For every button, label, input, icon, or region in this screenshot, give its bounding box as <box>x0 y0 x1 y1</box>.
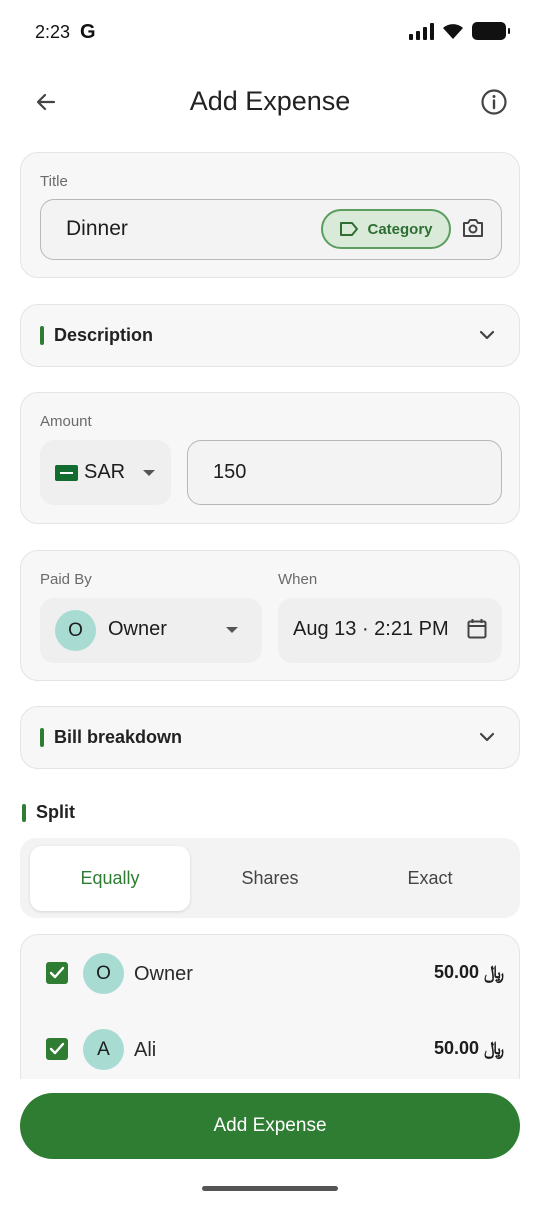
google-icon: G <box>80 21 96 43</box>
split-title: Split <box>36 802 75 822</box>
currency-select[interactable]: SAR <box>40 440 171 505</box>
member-amount: 50.00 ﷼ <box>434 962 504 982</box>
chevron-down-icon <box>479 732 495 742</box>
category-chip[interactable]: Category <box>321 209 451 249</box>
chevron-down-icon <box>479 330 495 340</box>
member-checkbox[interactable] <box>46 962 68 984</box>
member-name: Ali <box>134 1039 157 1061</box>
camera-button[interactable] <box>461 217 485 244</box>
add-expense-button[interactable]: Add Expense <box>20 1093 520 1159</box>
title-value: Dinner <box>66 217 128 240</box>
tab-exact[interactable]: Exact <box>350 846 510 911</box>
list-item: A Ali 50.00 ﷼ <box>21 1011 519 1071</box>
signal-icon <box>409 22 434 40</box>
status-bar: 2:23 G <box>0 0 540 66</box>
home-indicator <box>202 1186 338 1191</box>
status-icons <box>409 22 510 40</box>
member-name: Owner <box>134 963 193 985</box>
category-label: Category <box>367 220 433 238</box>
paid-by-label: Paid By <box>40 571 92 588</box>
avatar: O <box>55 610 96 651</box>
amount-card: Amount SAR 150 <box>20 392 520 524</box>
amount-input[interactable]: 150 <box>187 440 502 505</box>
description-section[interactable]: Description <box>20 304 520 367</box>
title-card: Title Dinner Category <box>20 152 520 278</box>
camera-icon <box>463 219 483 237</box>
check-icon <box>49 966 65 979</box>
amount-label: Amount <box>40 413 92 430</box>
list-item: O Owner 50.00 ﷼ <box>21 935 519 995</box>
currency-code: SAR <box>84 461 126 483</box>
title-input[interactable]: Dinner Category <box>40 199 502 260</box>
caret-down-icon <box>143 469 156 476</box>
info-icon <box>481 89 507 115</box>
tab-equally[interactable]: Equally <box>30 846 190 911</box>
payer-select[interactable]: O Owner <box>40 598 262 663</box>
description-label: Description <box>54 325 154 345</box>
avatar: A <box>83 1029 124 1070</box>
accent-bar <box>40 326 44 345</box>
split-mode-tabs: Equally Shares Exact <box>20 838 520 918</box>
paid-card: Paid By When O Owner Aug 13 · 2:21 PM <box>20 550 520 681</box>
accent-bar <box>22 804 26 822</box>
caret-down-icon <box>226 627 238 633</box>
app-bar: Add Expense <box>0 72 540 132</box>
status-time: 2:23 <box>35 22 71 42</box>
check-icon <box>49 1042 65 1055</box>
when-label: When <box>278 571 318 588</box>
saudi-flag-icon <box>55 464 78 481</box>
member-amount: 50.00 ﷼ <box>434 1038 504 1058</box>
avatar: O <box>83 953 124 994</box>
title-label: Title <box>40 173 68 190</box>
amount-value: 150 <box>213 461 247 483</box>
battery-icon <box>472 22 510 40</box>
page-title: Add Expense <box>189 86 351 116</box>
tab-shares[interactable]: Shares <box>190 846 350 911</box>
bill-breakdown-label: Bill breakdown <box>54 727 183 747</box>
bill-breakdown-section[interactable]: Bill breakdown <box>20 706 520 769</box>
date-picker[interactable]: Aug 13 · 2:21 PM <box>278 598 502 663</box>
accent-bar <box>40 728 44 747</box>
members-list: O Owner 50.00 ﷼ A Ali 50.00 ﷼ <box>20 934 520 1079</box>
tag-icon <box>340 222 359 236</box>
date-value: Aug 13 · 2:21 PM <box>293 618 449 640</box>
member-checkbox[interactable] <box>46 1038 68 1060</box>
payer-name: Owner <box>108 618 167 640</box>
calendar-icon <box>467 619 487 639</box>
wifi-icon <box>443 23 463 39</box>
info-button[interactable] <box>474 82 514 122</box>
